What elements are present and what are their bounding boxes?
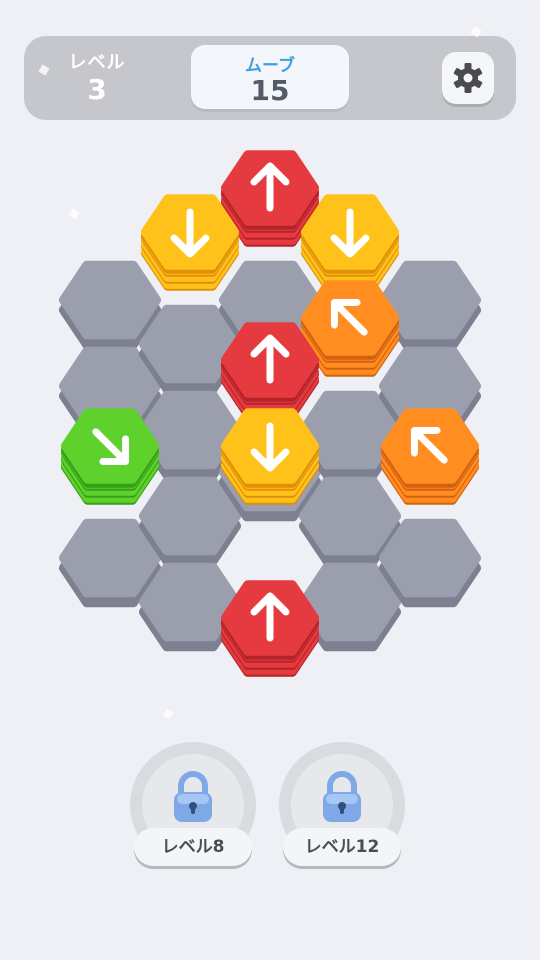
- padlock-icon: [323, 771, 361, 822]
- hex-tile-orange-up-left[interactable]: [381, 408, 479, 505]
- hex-tile-yellow-down[interactable]: [141, 194, 239, 291]
- locked-level-button-8[interactable]: レベル8: [130, 742, 256, 870]
- empty-hex-cell[interactable]: [139, 476, 241, 566]
- hex-tile-red-up[interactable]: [221, 150, 319, 247]
- hex-tile-yellow-down[interactable]: [221, 408, 319, 505]
- locked-level-button-12[interactable]: レベル12: [279, 742, 405, 870]
- cell-top: [59, 260, 161, 340]
- locked-level-label: レベル12: [283, 828, 401, 866]
- cell-top: [59, 518, 161, 598]
- empty-hex-cell[interactable]: [299, 476, 401, 566]
- empty-hex-cell[interactable]: [379, 518, 481, 608]
- hex-board: [59, 150, 481, 677]
- locked-level-label: レベル8: [134, 828, 252, 866]
- cell-top: [299, 476, 401, 556]
- cell-top: [139, 476, 241, 556]
- hex-tile-orange-up-left[interactable]: [301, 280, 399, 377]
- hex-tile-green-down-right[interactable]: [61, 408, 159, 505]
- empty-hex-cell[interactable]: [59, 260, 161, 350]
- empty-hex-cell[interactable]: [59, 518, 161, 608]
- hex-tile-red-up[interactable]: [221, 580, 319, 677]
- hex-tile-yellow-down[interactable]: [301, 194, 399, 291]
- padlock-icon: [174, 771, 212, 822]
- cell-top: [379, 518, 481, 598]
- hex-tile-red-up[interactable]: [221, 322, 319, 419]
